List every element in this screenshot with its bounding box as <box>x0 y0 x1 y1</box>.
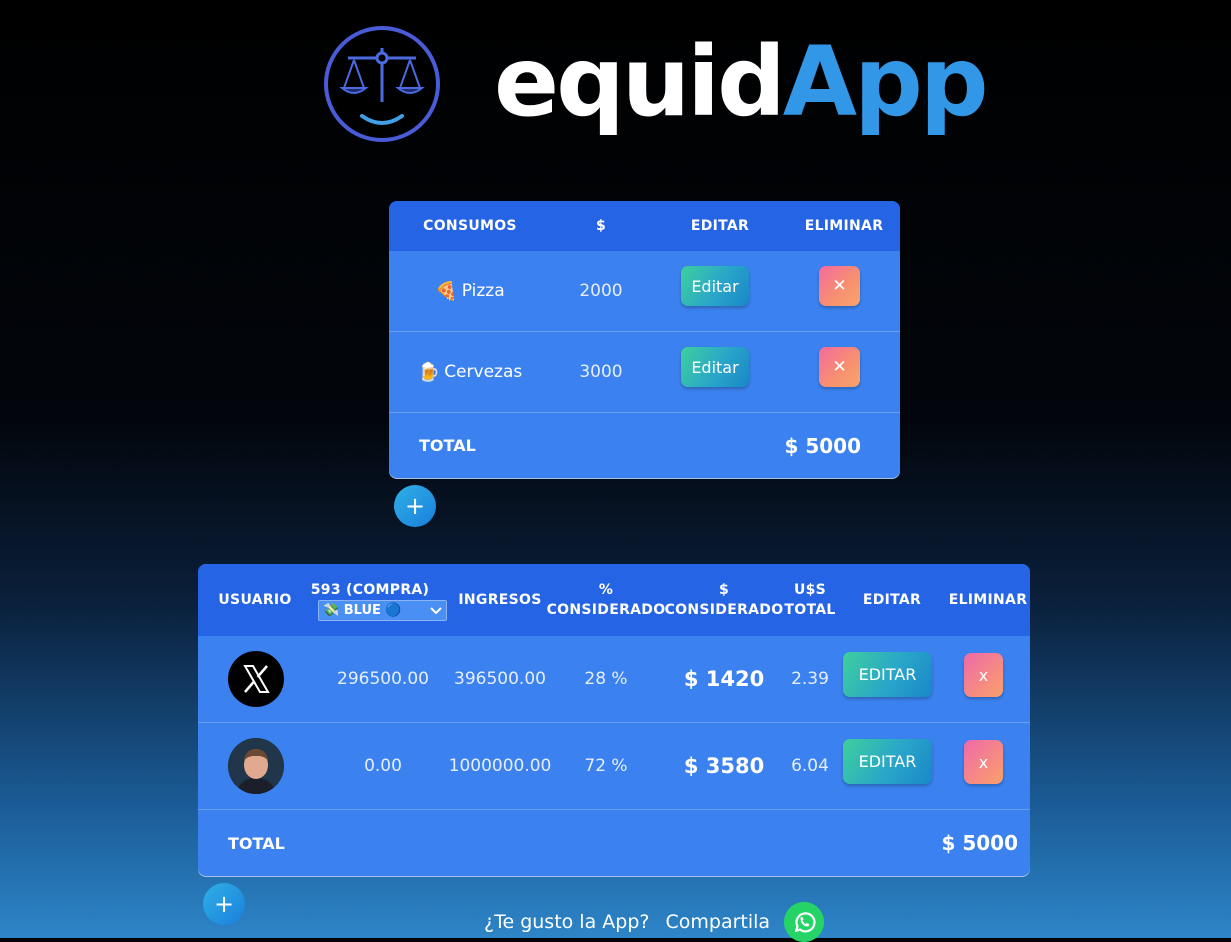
x-logo-icon <box>243 665 270 693</box>
beer-icon: 🍺 <box>417 361 441 383</box>
header-ingresos: INGRESOS <box>458 592 542 608</box>
amount-value: $ 3580 <box>683 754 765 778</box>
whatsapp-button[interactable] <box>784 902 825 942</box>
delete-consumo-button[interactable]: ✕ <box>819 347 860 387</box>
consumo-amount: 2000 <box>579 281 623 301</box>
ingresos-value: 1000000.00 <box>448 756 552 776</box>
edit-usuario-button[interactable]: EDITAR <box>843 652 932 697</box>
close-icon: x <box>978 752 989 772</box>
delete-consumo-button[interactable]: ✕ <box>819 266 860 306</box>
header-amount-line1: $ <box>718 582 730 598</box>
delete-usuario-button[interactable]: x <box>964 740 1003 784</box>
total-label: TOTAL <box>419 436 476 455</box>
plus-icon: + <box>404 492 426 520</box>
header-pct-line1: % <box>598 582 614 598</box>
whatsapp-icon <box>784 902 825 942</box>
consumos-total-row: TOTAL $ 5000 <box>389 413 900 478</box>
header-editar: EDITAR <box>690 218 750 234</box>
header-editar: EDITAR <box>862 592 922 608</box>
share-question: ¿Te gusto la App? <box>484 911 650 933</box>
usuarios-total-row: TOTAL $ 5000 <box>198 810 1030 876</box>
header-amount-line2: CONSIDERADO <box>664 602 784 618</box>
consumo-name: Pizza <box>461 281 505 301</box>
header-amount-considerado: $ CONSIDERADO <box>665 576 784 624</box>
delete-usuario-button[interactable]: x <box>964 653 1003 697</box>
share-link[interactable]: Compartila <box>665 911 770 933</box>
total-label: TOTAL <box>228 833 285 853</box>
plus-icon: + <box>213 890 235 918</box>
header-rate: 593 (COMPRA) <box>310 582 430 598</box>
add-usuario-button[interactable]: + <box>203 883 245 925</box>
pizza-icon: 🍕 <box>435 280 458 302</box>
chevron-down-icon <box>430 607 442 615</box>
header-consumos: CONSUMOS <box>423 218 517 234</box>
rate-type-select[interactable]: 💸 BLUE 🔵 <box>318 600 447 621</box>
total-value: $ 5000 <box>941 831 1018 855</box>
pct-value: 72 % <box>584 756 628 776</box>
close-icon: ✕ <box>832 276 847 296</box>
pct-value: 28 % <box>584 669 628 689</box>
close-icon: x <box>978 665 989 685</box>
app-brand-name: equidApp <box>494 22 989 142</box>
header-usuario: USUARIO <box>218 592 292 608</box>
consumo-name: Cervezas <box>444 362 523 382</box>
consumo-name-cell: 🍕 Pizza <box>415 251 525 331</box>
rate-value: 0.00 <box>364 756 402 776</box>
header-pct-considerado: % CONSIDERADO <box>547 576 666 624</box>
share-footer: ¿Te gusto la App? Compartila <box>484 902 825 942</box>
consumos-header: CONSUMOS $ EDITAR ELIMINAR <box>389 201 900 251</box>
brand-part-app: App <box>782 26 989 138</box>
header-usd-line2: TOTAL <box>784 602 836 618</box>
consumo-row: 🍺 Cervezas 3000 Editar ✕ <box>389 332 900 413</box>
rate-select-value: 💸 BLUE 🔵 <box>323 603 402 618</box>
consumo-name-cell: 🍺 Cervezas <box>405 332 535 412</box>
header-eliminar: ELIMINAR <box>948 592 1028 608</box>
header-usd-line1: U$S <box>793 582 827 598</box>
edit-usuario-button[interactable]: EDITAR <box>843 739 932 784</box>
amount-value: $ 1420 <box>683 667 765 691</box>
header-eliminar: ELIMINAR <box>804 218 884 234</box>
person-avatar-icon <box>228 738 284 794</box>
edit-consumo-button[interactable]: Editar <box>681 266 749 306</box>
x-logo-avatar <box>228 651 284 707</box>
usd-value: 2.39 <box>791 669 829 689</box>
header-amount: $ <box>595 218 607 234</box>
consumo-row: 🍕 Pizza 2000 Editar ✕ <box>389 251 900 332</box>
usuario-row: 296500.00 396500.00 28 % $ 1420 2.39 EDI… <box>198 636 1030 723</box>
rate-value: 296500.00 <box>337 669 429 689</box>
edit-consumo-button[interactable]: Editar <box>681 347 749 387</box>
balance-scale-logo-icon <box>324 26 440 142</box>
brand-part-equid: equid <box>494 26 786 138</box>
header-pct-line2: CONSIDERADO <box>546 602 666 618</box>
consumo-amount: 3000 <box>579 362 623 382</box>
add-consumo-button[interactable]: + <box>394 485 436 527</box>
usd-value: 6.04 <box>791 756 829 776</box>
person-photo-avatar <box>228 738 284 794</box>
usuarios-table: USUARIO 593 (COMPRA) 💸 BLUE 🔵 INGRESOS %… <box>198 564 1030 876</box>
header-usd-total: U$S TOTAL <box>782 576 838 624</box>
usuarios-header: USUARIO 593 (COMPRA) 💸 BLUE 🔵 INGRESOS %… <box>198 564 1030 636</box>
consumos-table: CONSUMOS $ EDITAR ELIMINAR 🍕 Pizza 2000 … <box>389 201 900 478</box>
ingresos-value: 396500.00 <box>454 669 546 689</box>
total-value: $ 5000 <box>784 433 861 458</box>
usuario-row: 0.00 1000000.00 72 % $ 3580 6.04 EDITAR … <box>198 723 1030 810</box>
close-icon: ✕ <box>832 357 847 377</box>
